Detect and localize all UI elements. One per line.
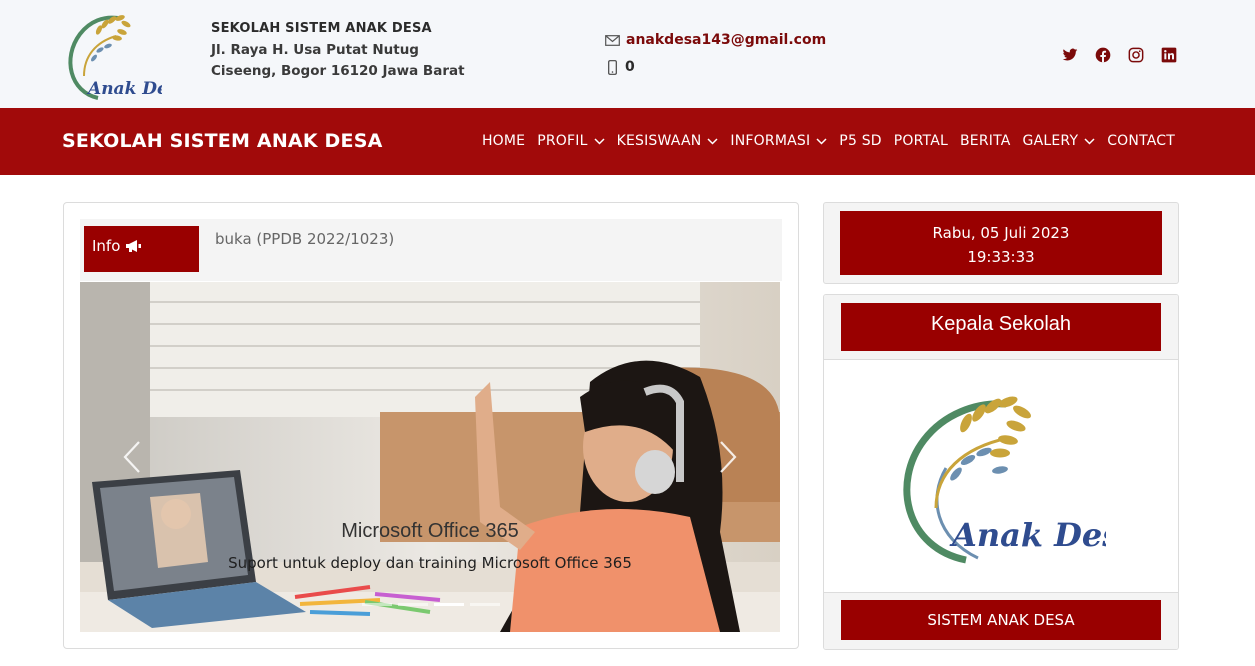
nav-menu: HOME PROFIL KESISWAAN INFORMASI P5 SD PO…	[470, 133, 1175, 149]
info-badge-label: Info	[92, 237, 121, 255]
linkedin-icon[interactable]	[1161, 47, 1177, 63]
carousel-indicators	[362, 603, 500, 606]
contact-info: anakdesa143@gmail.com 0	[603, 30, 826, 84]
facebook-icon[interactable]	[1095, 47, 1111, 63]
main-navbar: SEKOLAH SISTEM ANAK DESA HOME PROFIL KES…	[0, 108, 1255, 175]
carousel-slide-image	[80, 282, 780, 632]
image-carousel[interactable]	[80, 282, 780, 632]
chevron-down-icon	[707, 137, 718, 145]
phone-icon	[606, 59, 618, 75]
top-header: Anak Desa SEKOLAH SISTEM ANAK DESA Jl. R…	[0, 0, 1255, 108]
headmaster-title: Kepala Sekolah	[841, 303, 1161, 351]
carousel-next-button[interactable]	[718, 440, 738, 474]
school-info: SEKOLAH SISTEM ANAK DESA Jl. Raya H. Usa…	[211, 21, 465, 82]
info-badge: Info	[84, 226, 199, 272]
navbar-brand[interactable]: SEKOLAH SISTEM ANAK DESA	[62, 130, 383, 152]
nav-item-contact[interactable]: CONTACT	[1107, 133, 1175, 149]
carousel-indicator-active[interactable]	[434, 603, 464, 606]
carousel-caption-subtitle: Suport untuk deploy dan training Microso…	[228, 554, 632, 572]
current-date: Rabu, 05 Juli 2023	[932, 224, 1070, 242]
carousel-indicator[interactable]	[398, 603, 428, 606]
envelope-icon	[603, 32, 621, 48]
nav-item-berita[interactable]: BERITA	[960, 133, 1011, 149]
school-name: SEKOLAH SISTEM ANAK DESA	[211, 21, 432, 36]
phone-number[interactable]: 0	[625, 59, 635, 75]
carousel-prev-button[interactable]	[122, 440, 142, 474]
twitter-icon[interactable]	[1062, 47, 1078, 63]
social-links	[1062, 47, 1177, 63]
nav-item-label: KESISWAAN	[616, 133, 702, 149]
email-row[interactable]: anakdesa143@gmail.com	[603, 30, 826, 50]
nav-item-home[interactable]: HOME	[482, 133, 525, 149]
nav-item-label: HOME	[481, 133, 526, 149]
instagram-icon[interactable]	[1128, 47, 1144, 63]
headmaster-photo: Anak Desa	[903, 396, 1106, 564]
nav-item-label: BERITA	[959, 133, 1011, 149]
carousel-caption-title: Microsoft Office 365	[341, 520, 519, 542]
nav-item-kesiswaan[interactable]: KESISWAAN	[617, 133, 719, 149]
megaphone-icon	[126, 240, 142, 252]
phone-row[interactable]: 0	[603, 57, 826, 77]
address-line-2: Ciseeng, Bogor 16120 Jawa Barat	[211, 63, 465, 79]
nav-item-profil[interactable]: PROFIL	[537, 133, 605, 149]
carousel-indicator[interactable]	[470, 603, 500, 606]
chevron-down-icon	[816, 137, 827, 145]
nav-item-portal[interactable]: PORTAL	[894, 133, 948, 149]
email-link[interactable]: anakdesa143@gmail.com	[626, 32, 826, 48]
info-ticker-text[interactable]: buka (PPDB 2022/1023)	[215, 230, 394, 248]
chevron-down-icon	[1084, 137, 1095, 145]
nav-item-label: P5 SD	[839, 133, 882, 149]
nav-item-label: PORTAL	[893, 133, 948, 149]
nav-item-label: CONTACT	[1107, 133, 1175, 149]
date-time-box: Rabu, 05 Juli 2023 19:33:33	[840, 211, 1162, 275]
carousel-indicator[interactable]	[362, 603, 392, 606]
svg-text:Anak Desa: Anak Desa	[86, 79, 162, 99]
address-line-1: Jl. Raya H. Usa Putat Nutug	[211, 42, 419, 58]
school-logo[interactable]: Anak Desa	[60, 6, 162, 106]
current-time: 19:33:33	[967, 248, 1035, 266]
nav-item-label: PROFIL	[537, 133, 588, 149]
nav-item-p5sd[interactable]: P5 SD	[839, 133, 881, 149]
nav-item-informasi[interactable]: INFORMASI	[730, 133, 827, 149]
headmaster-name: SISTEM ANAK DESA	[841, 600, 1161, 640]
nav-item-label: INFORMASI	[730, 133, 811, 149]
svg-text:Anak Desa: Anak Desa	[949, 516, 1106, 554]
nav-item-galery[interactable]: GALERY	[1023, 133, 1096, 149]
chevron-down-icon	[594, 137, 605, 145]
nav-item-label: GALERY	[1022, 133, 1079, 149]
